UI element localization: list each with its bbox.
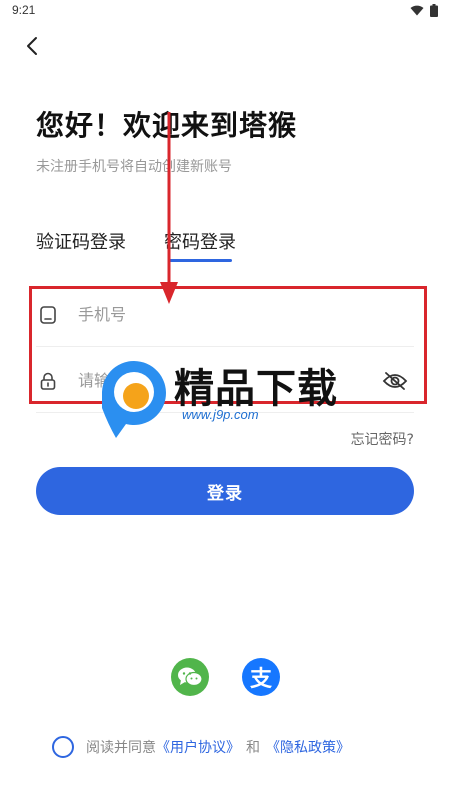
wechat-icon bbox=[178, 667, 203, 687]
login-button[interactable]: 登录 bbox=[36, 467, 414, 515]
status-bar: 9:21 bbox=[0, 0, 450, 22]
battery-icon bbox=[430, 4, 438, 17]
agree-radio[interactable] bbox=[52, 736, 74, 758]
password-field-row bbox=[36, 349, 414, 413]
phone-icon bbox=[38, 305, 58, 325]
agreement-row: 阅读并同意 《用户协议》 和 《隐私政策》 bbox=[52, 736, 350, 758]
eye-off-icon[interactable] bbox=[382, 368, 408, 394]
status-time: 9:21 bbox=[12, 3, 36, 17]
page-subtitle: 未注册手机号将自动创建新账号 bbox=[36, 159, 232, 175]
lock-icon bbox=[38, 371, 58, 391]
alipay-login-button[interactable]: 支 bbox=[242, 658, 280, 696]
alipay-icon: 支 bbox=[249, 667, 272, 692]
password-input[interactable] bbox=[78, 371, 358, 390]
forgot-password-link[interactable]: 忘记密码? bbox=[351, 429, 414, 449]
status-icons bbox=[410, 4, 438, 17]
phone-input[interactable] bbox=[78, 305, 358, 324]
page-title: 您好！欢迎来到塔猴 bbox=[36, 109, 298, 142]
tab-sms-login[interactable]: 验证码登录 bbox=[36, 228, 126, 262]
chevron-left-icon bbox=[27, 37, 37, 55]
wechat-login-button[interactable] bbox=[171, 658, 209, 696]
back-button[interactable] bbox=[18, 32, 46, 60]
agreement-and: 和 bbox=[246, 740, 260, 756]
user-agreement-link[interactable]: 《用户协议》 bbox=[156, 737, 240, 757]
login-tabs: 验证码登录 密码登录 bbox=[36, 228, 236, 262]
agreement-prefix: 阅读并同意 bbox=[86, 740, 156, 756]
tab-password-login[interactable]: 密码登录 bbox=[164, 228, 236, 262]
privacy-policy-link[interactable]: 《隐私政策》 bbox=[266, 737, 350, 757]
wifi-icon bbox=[410, 5, 424, 16]
phone-field-row bbox=[36, 283, 414, 347]
